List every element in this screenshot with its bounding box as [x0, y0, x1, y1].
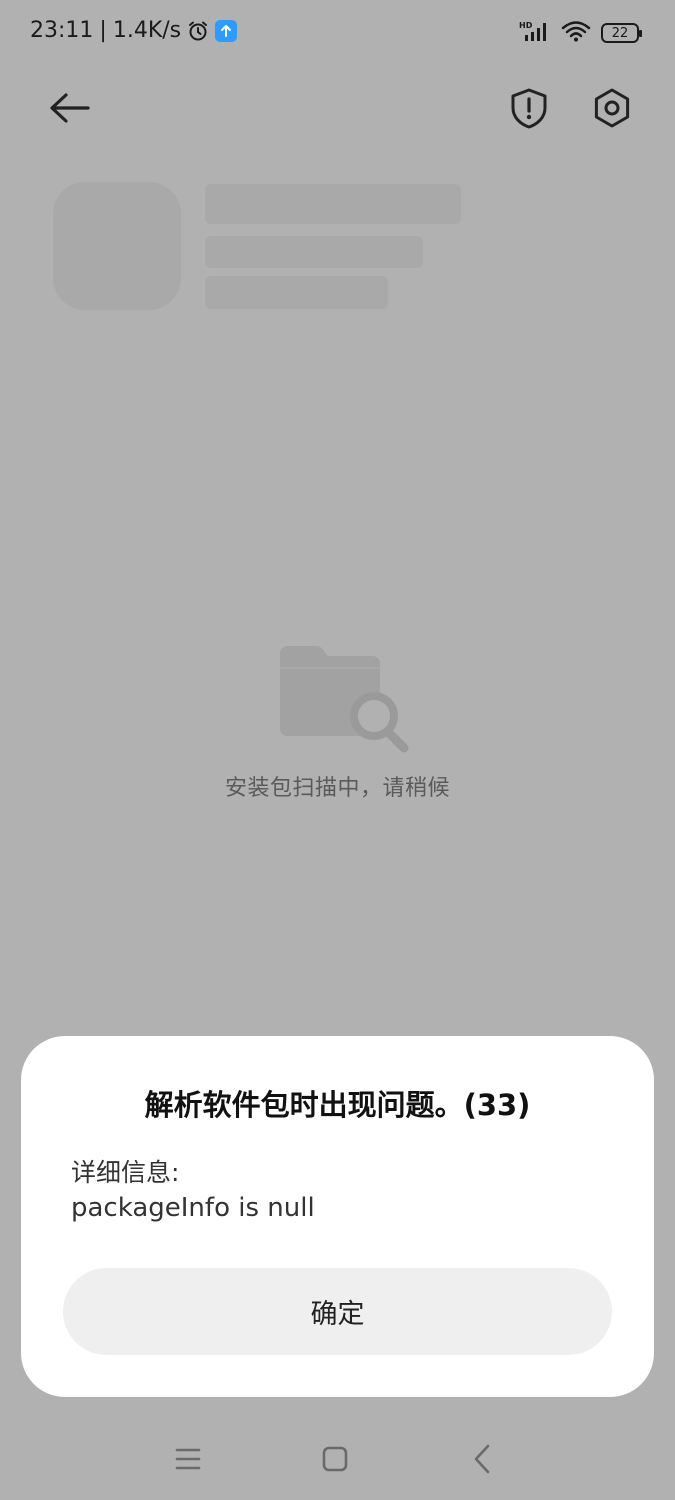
- back-icon[interactable]: [470, 1442, 494, 1476]
- signal-hd-icon: HD: [519, 20, 551, 46]
- status-right: HD 22: [519, 20, 642, 46]
- scanning-status-text: 安装包扫描中，请稍候: [224, 776, 450, 801]
- folder-search-icon: [276, 644, 412, 756]
- screen: 23:11 | 1.4K/s HD 22 安装包扫描中，请稍候 解析软件包时出现…: [0, 0, 675, 1500]
- error-dialog: 解析软件包时出现问题。(33) 详细信息: packageInfo is nul…: [21, 1036, 654, 1397]
- shield-exclamation-icon[interactable]: [508, 86, 550, 130]
- status-time: 23:11: [30, 18, 94, 43]
- status-net-speed: 1.4K/s: [112, 18, 182, 43]
- status-separator: |: [99, 18, 107, 43]
- confirm-button[interactable]: 确定: [63, 1268, 612, 1355]
- app-info-placeholder: [205, 236, 423, 268]
- svg-text:HD: HD: [519, 21, 533, 30]
- status-left: 23:11 | 1.4K/s: [30, 18, 238, 43]
- app-meta-placeholder: [205, 276, 388, 309]
- dialog-detail-value: packageInfo is null: [71, 1193, 315, 1223]
- app-name-placeholder: [205, 184, 461, 224]
- upload-icon: [215, 19, 238, 42]
- home-icon[interactable]: [321, 1445, 349, 1473]
- gear-icon[interactable]: [590, 86, 634, 130]
- dialog-detail-label: 详细信息:: [71, 1158, 180, 1187]
- back-arrow-icon[interactable]: [46, 86, 94, 130]
- status-bar: 23:11 | 1.4K/s HD 22: [0, 0, 675, 68]
- menu-icon[interactable]: [173, 1445, 203, 1473]
- battery-level: 22: [611, 25, 629, 41]
- dialog-title: 解析软件包时出现问题。(33): [144, 1088, 531, 1122]
- alarm-icon: [187, 20, 209, 42]
- wifi-icon: [561, 20, 591, 46]
- battery-icon: 22: [601, 23, 642, 43]
- app-icon-placeholder: [53, 182, 181, 310]
